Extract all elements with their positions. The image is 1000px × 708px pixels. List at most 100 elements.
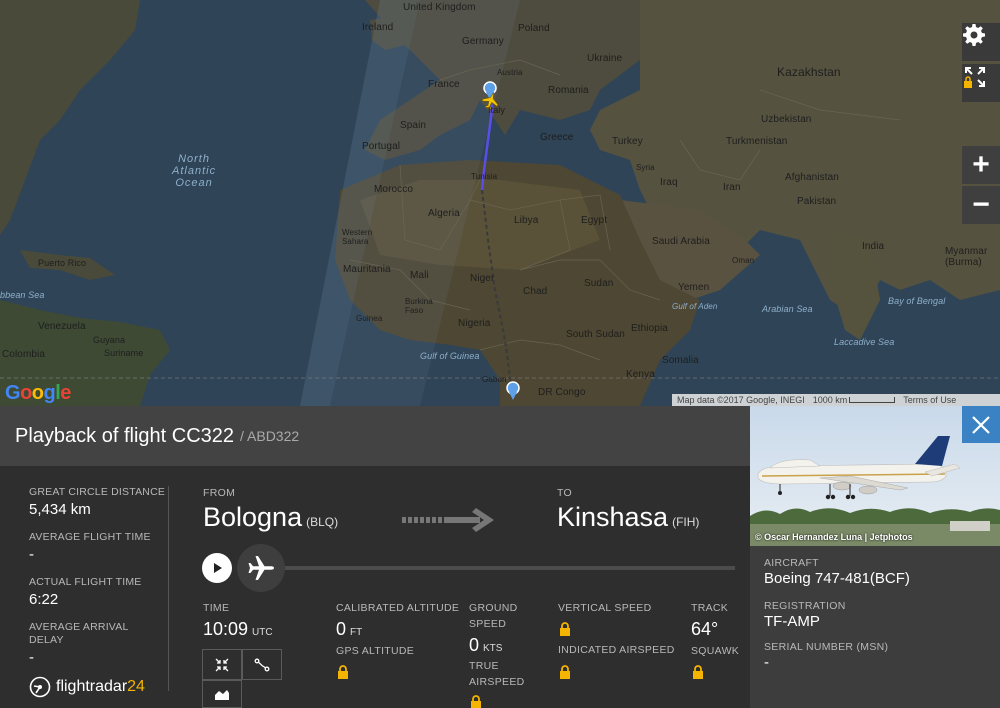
area-chart-icon (215, 690, 229, 700)
google-logo-letter: o (31, 382, 44, 404)
map-label-gulf-of-aden: Gulf of Aden (672, 302, 718, 311)
zoom-in-button[interactable]: + (962, 146, 1000, 184)
map-label-tunisia: Tunisia (471, 172, 498, 181)
map-label-gabon: Gabon (482, 375, 507, 384)
airplane-icon (248, 556, 274, 580)
map-label-somalia: Somalia (662, 355, 699, 366)
map-label-gulf-of-guinea: Gulf of Guinea (420, 351, 480, 361)
play-button[interactable] (202, 553, 232, 583)
map-label-kenya: Kenya (626, 369, 655, 380)
map-label-germany: Germany (462, 36, 504, 47)
lock-icon[interactable] (692, 665, 704, 680)
gear-icon (963, 24, 985, 46)
map-label-oman: Oman (732, 256, 755, 265)
destination-airport[interactable]: Kinshasa (FIH) (557, 502, 699, 533)
great-circle-value: 5,434 km (29, 501, 91, 518)
squawk-label: SQUAWK (691, 645, 740, 657)
close-icon (972, 415, 990, 434)
map-label-puerto-rico: Puerto Rico (38, 258, 87, 268)
map-label-kazakhstan: Kazakhstan (777, 65, 841, 79)
map-scale-bar (849, 397, 896, 403)
map-label-colombia: Colombia (2, 349, 46, 360)
map-label-algeria: Algeria (428, 208, 460, 219)
map-label-saudi-arabia: Saudi Arabia (652, 236, 710, 247)
map-label-portugal: Portugal (362, 141, 401, 152)
flightradar24-logo[interactable]: flightradar24 (29, 676, 145, 698)
map-label-burkina-faso: Burkina Faso (405, 297, 433, 315)
map-label-egypt: Egypt (581, 215, 608, 226)
map-label-guyana: Guyana (93, 335, 126, 345)
map-label-western-sahara: Western Sahara (342, 228, 373, 246)
terms-link[interactable]: Terms of Use (903, 395, 956, 405)
playback-timeline[interactable] (270, 566, 735, 570)
route-view-button[interactable] (242, 649, 282, 680)
settings-button[interactable] (962, 23, 1000, 61)
map-label-austria: Austria (497, 68, 523, 77)
track-label: TRACK (691, 602, 729, 614)
google-logo-letter: g (43, 382, 56, 404)
map-label-united-kingdom: United Kingdom (403, 2, 476, 13)
close-button[interactable] (962, 406, 1000, 443)
time-value: 10:09 (203, 619, 249, 639)
app-root: United Kingdom Ireland Poland Germany Uk… (0, 0, 1000, 708)
lock-icon[interactable] (470, 695, 482, 708)
calibrated-altitude-readout: 0 FT (336, 619, 362, 640)
divider (168, 486, 169, 691)
fullscreen-button[interactable] (962, 64, 1000, 102)
map-label-niger: Niger (470, 273, 495, 284)
brand-number: 24 (127, 678, 145, 695)
ground-speed-label: GROUND SPEED (469, 602, 518, 630)
map-label-arabian-sea: Arabian Sea (762, 304, 813, 314)
collapse-view-button[interactable] (202, 649, 242, 680)
google-logo[interactable]: Google (5, 382, 71, 405)
registration-value[interactable]: TF-AMP (764, 613, 820, 630)
chart-view-button[interactable] (202, 680, 242, 708)
map-label-morocco: Morocco (374, 184, 414, 195)
avg-flight-time-label: AVERAGE FLIGHT TIME (29, 531, 151, 543)
origin-airport[interactable]: Bologna (BLQ) (203, 502, 338, 533)
destination-city: Kinshasa (557, 502, 669, 532)
map-scale[interactable]: 1000 km (813, 395, 896, 405)
google-logo-letter: e (60, 382, 71, 404)
map-label-caribbean-sea: bbean Sea (0, 290, 45, 300)
map-label-poland: Poland (518, 23, 550, 34)
ground-speed-unit: KTS (483, 643, 503, 654)
map-label-chad: Chad (523, 286, 548, 297)
zoom-out-button[interactable]: − (962, 186, 1000, 224)
playback-slider-handle[interactable] (237, 544, 285, 592)
serial-number-label: SERIAL NUMBER (MSN) (764, 641, 889, 653)
map-label-france: France (428, 79, 460, 90)
photo-credit[interactable]: © Oscar Hernandez Luna | Jetphotos (755, 532, 913, 542)
serial-number-value: - (764, 654, 769, 671)
vertical-speed-label: VERTICAL SPEED (558, 602, 652, 614)
fullscreen-lock-icon (964, 67, 985, 88)
map-label-mali: Mali (410, 270, 429, 281)
map-label-romania: Romania (548, 85, 589, 96)
map-label-spain: Spain (400, 120, 427, 131)
lock-icon[interactable] (337, 665, 349, 680)
avg-arrival-delay-label: AVERAGE ARRIVAL DELAY (29, 621, 129, 646)
lock-icon[interactable] (559, 665, 571, 680)
flight-map[interactable]: United Kingdom Ireland Poland Germany Uk… (0, 0, 1000, 406)
map-label-sudan: Sudan (584, 278, 614, 289)
map-label-turkey: Turkey (612, 136, 643, 147)
actual-flight-time-value: 6:22 (29, 591, 59, 608)
aircraft-panel: © Oscar Hernandez Luna | Jetphotos AIRCR… (750, 406, 1000, 708)
map-label-iran: Iran (723, 182, 741, 193)
from-label: FROM (203, 487, 236, 499)
map-label-yemen: Yemen (678, 282, 710, 293)
map-label-mauritania: Mauritania (343, 264, 391, 275)
track-value: 64° (691, 619, 719, 639)
ground-speed-value: 0 (469, 635, 480, 655)
map-data-text[interactable]: Map data ©2017 Google, INEGI (677, 395, 805, 405)
map-label-south-sudan: South Sudan (566, 329, 625, 340)
map-label-ethiopia: Ethiopia (631, 323, 668, 334)
calibrated-altitude-value: 0 (336, 619, 347, 639)
map-label-italy: Italy (488, 105, 506, 115)
map-label-syria: Syria (636, 163, 655, 172)
brand-name: flightradar (56, 678, 128, 695)
time-unit: UTC (252, 627, 273, 638)
lock-icon[interactable] (559, 622, 571, 637)
map-label-afghanistan: Afghanistan (785, 172, 839, 183)
avg-flight-time-value: - (29, 546, 34, 563)
